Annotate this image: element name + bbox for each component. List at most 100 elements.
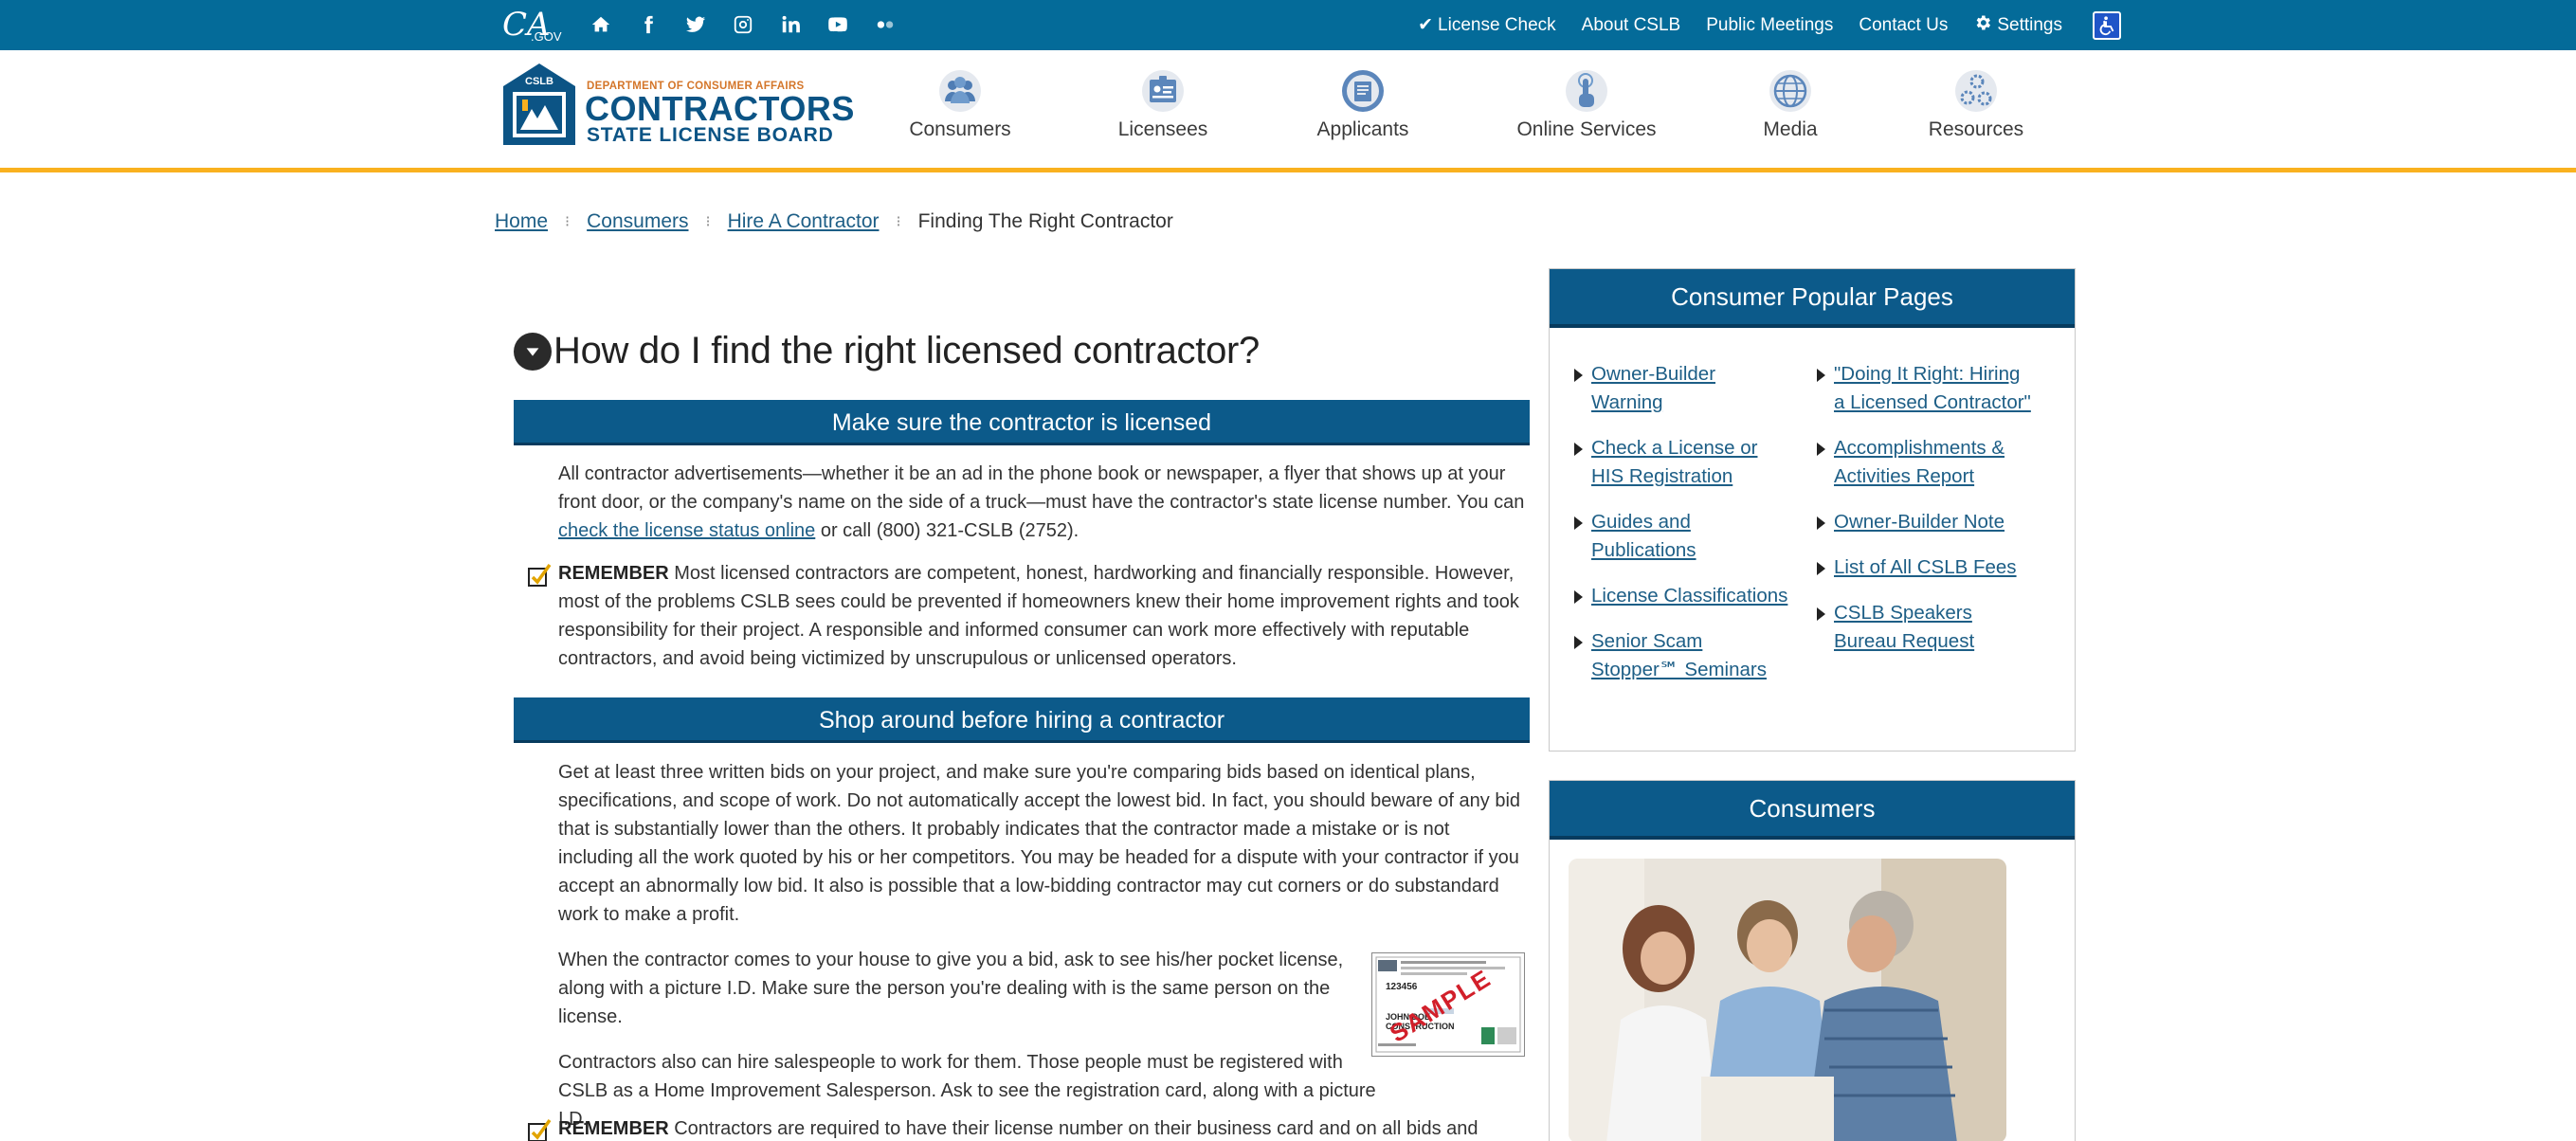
section-band-licensed: Make sure the contractor is licensed (514, 400, 1530, 445)
public-meetings-link[interactable]: Public Meetings (1706, 15, 1833, 36)
social-links (588, 10, 898, 39)
breadcrumb-current: Finding The Right Contractor (917, 210, 1173, 232)
link-senior-scam-stopper[interactable]: Senior Scam Stopper℠ Seminars (1591, 630, 1767, 680)
people-icon (939, 70, 981, 112)
caret-right-icon (1817, 562, 1825, 575)
list-item: List of All CSLB Fees (1807, 553, 2035, 582)
consumers-photo[interactable] (1569, 859, 2006, 1141)
license-check-link[interactable]: ✔ License Check (1418, 14, 1556, 36)
accessibility-icon[interactable] (2093, 10, 2121, 40)
paragraph-advertisements: All contractor advertisements—whether it… (558, 460, 1525, 545)
page-title: How do I find the right licensed contrac… (514, 330, 1260, 372)
link-check-license[interactable]: Check a License or HIS Registration (1591, 437, 1757, 487)
twitter-icon[interactable] (682, 11, 709, 38)
nav-media-label: Media (1763, 118, 1818, 140)
link-cslb-fees[interactable]: List of All CSLB Fees (1834, 556, 2017, 578)
family-photo-image (1569, 859, 2006, 1141)
popular-pages-heading: Consumer Popular Pages (1550, 269, 2075, 328)
sample-license-card-image: 123456 JOHN DOE CONSTRUCTION SAMPLE (1371, 952, 1525, 1057)
caret-right-icon (1574, 516, 1583, 530)
paragraph-text: Contractors are required to have their l… (668, 1118, 1478, 1139)
nav-licensees-label: Licensees (1117, 118, 1208, 140)
list-item: Senior Scam Stopper℠ Seminars (1565, 627, 1792, 684)
cslb-emblem-icon: CSLB (503, 63, 575, 145)
touch-icon (1566, 70, 1607, 112)
header-accent-line (0, 168, 2576, 172)
gears-icon (1955, 70, 1997, 112)
nav-applicants[interactable]: Applicants (1282, 69, 1443, 141)
paragraph-pocket-license: When the contractor comes to your house … (558, 950, 1344, 1027)
ca-gov-logo[interactable]: CA .GOV (502, 4, 562, 45)
nav-licensees[interactable]: Licensees (1082, 69, 1243, 141)
checkbox-tick-icon (528, 1118, 552, 1141)
settings-link[interactable]: Settings (1973, 13, 2062, 38)
breadcrumb-separator: ⁝ (896, 214, 901, 230)
form-icon (1342, 70, 1384, 112)
popular-pages-list-left: Owner-Builder Warning Check a License or… (1565, 360, 1792, 701)
link-guides-publications[interactable]: Guides and Publications (1591, 511, 1696, 561)
paragraph-bids: Get at least three written bids on your … (558, 762, 1521, 925)
remember-label: REMEMBER (558, 1118, 669, 1139)
nav-consumers-label: Consumers (909, 118, 1011, 140)
consumers-card-heading: Consumers (1550, 781, 2075, 840)
card-number: 123456 (1386, 982, 1418, 992)
nav-online-services[interactable]: Online Services (1506, 69, 1667, 141)
license-check-label: License Check (1438, 14, 1556, 35)
breadcrumb-hire-a-contractor[interactable]: Hire A Contractor (728, 210, 880, 233)
caret-right-icon (1817, 607, 1825, 621)
breadcrumb-consumers[interactable]: Consumers (587, 210, 688, 233)
linkedin-icon[interactable] (777, 11, 804, 38)
checkbox-tick-icon (528, 563, 552, 587)
nav-consumers[interactable]: Consumers (880, 69, 1041, 141)
link-owner-builder-warning[interactable]: Owner-Builder Warning (1591, 363, 1715, 413)
caret-right-icon (1817, 369, 1825, 382)
contact-us-link[interactable]: Contact Us (1859, 15, 1948, 36)
breadcrumb-home[interactable]: Home (495, 210, 548, 233)
nav-resources[interactable]: Resources (1896, 69, 2057, 141)
breadcrumb-separator: ⁝ (705, 214, 711, 230)
page-heading: How do I find the right licensed contrac… (553, 330, 1260, 371)
globe-icon (1769, 70, 1811, 112)
breadcrumb-separator: ⁝ (565, 214, 571, 230)
flickr-icon[interactable] (872, 11, 898, 38)
check-license-status-link[interactable]: check the license status online (558, 520, 815, 541)
paragraph-text: Most licensed contractors are competent,… (558, 563, 1519, 669)
list-item: "Doing It Right: Hiring a Licensed Contr… (1807, 360, 2035, 417)
nav-media[interactable]: Media (1710, 69, 1871, 141)
link-owner-builder-note[interactable]: Owner-Builder Note (1834, 511, 2005, 533)
link-license-classifications[interactable]: License Classifications (1591, 585, 1787, 607)
list-item: Guides and Publications (1565, 508, 1792, 565)
popular-pages-card: Consumer Popular Pages Owner-Builder War… (1549, 268, 2076, 752)
list-item: CSLB Speakers Bureau Request (1807, 599, 2035, 656)
list-item: Owner-Builder Warning (1565, 360, 1792, 417)
instagram-icon[interactable] (730, 11, 756, 38)
link-speakers-bureau[interactable]: CSLB Speakers Bureau Request (1834, 602, 1974, 652)
paragraph-remember-1: REMEMBER Most licensed contractors are c… (558, 559, 1525, 673)
caret-right-icon (1817, 516, 1825, 530)
section-band-shop-around: Shop around before hiring a contractor (514, 697, 1530, 743)
logo-sub-text: STATE LICENSE BOARD (587, 124, 834, 146)
check-icon: ✔ (1418, 15, 1434, 35)
site-header: CSLB DEPARTMENT OF CONSUMER AFFAIRS CONT… (0, 50, 2576, 168)
top-utility-bar: CA .GOV ✔ License Check About CSLB Public… (0, 0, 2576, 50)
utility-links: ✔ License Check About CSLB Public Meeting… (1418, 0, 2121, 50)
nav-resources-label: Resources (1928, 118, 2024, 140)
list-item: Owner-Builder Note (1807, 508, 2035, 536)
paragraph-text: All contractor advertisements—whether it… (558, 463, 1525, 513)
link-doing-it-right[interactable]: "Doing It Right: Hiring a Licensed Contr… (1834, 363, 2031, 413)
facebook-icon[interactable] (635, 11, 662, 38)
caret-right-icon (1574, 443, 1583, 456)
link-accomplishments-report[interactable]: Accomplishments & Activities Report (1834, 437, 2005, 487)
nav-online-services-label: Online Services (1516, 118, 1657, 140)
svg-text:CSLB: CSLB (525, 76, 553, 87)
home-icon[interactable] (588, 11, 614, 38)
about-cslb-link[interactable]: About CSLB (1582, 15, 1681, 36)
collapse-toggle-icon[interactable] (514, 332, 552, 371)
cslb-logo[interactable]: CSLB DEPARTMENT OF CONSUMER AFFAIRS CONT… (503, 63, 854, 149)
youtube-icon[interactable] (825, 11, 851, 38)
gear-icon (1973, 13, 1992, 38)
paragraph-remember-2: REMEMBER Contractors are required to hav… (558, 1114, 1525, 1141)
caret-right-icon (1574, 369, 1583, 382)
ca-logo-subtext: .GOV (531, 29, 562, 44)
list-item: Accomplishments & Activities Report (1807, 434, 2035, 491)
